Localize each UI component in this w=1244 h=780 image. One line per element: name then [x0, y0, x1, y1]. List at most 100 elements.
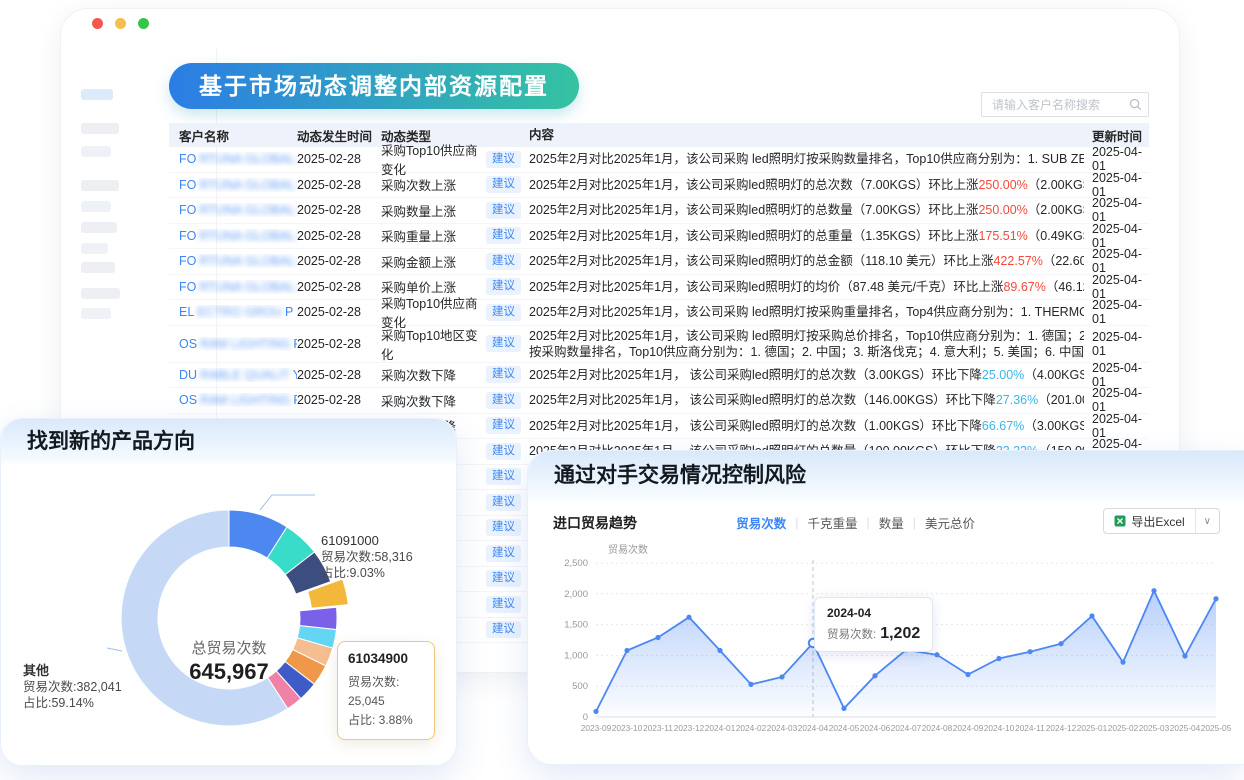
trend-point[interactable]	[686, 615, 691, 620]
table-row[interactable]: OSRAM LIGHTINGPRIVA...2025-02-28采购次数下降建议…	[169, 388, 1149, 414]
update-time-cell: 2025-04-01	[1084, 298, 1144, 326]
trend-point[interactable]	[1027, 649, 1032, 654]
table-row[interactable]: FORTUNA GLOBAL INC2025-02-28采购数量上涨建议2025…	[169, 198, 1149, 224]
suggestion-badge[interactable]: 建议	[486, 253, 521, 270]
trend-point[interactable]	[1213, 596, 1218, 601]
donut-chart[interactable]: 总贸易次数 645,967 61091000 贸易次数:58,316 占比:9.…	[1, 465, 458, 766]
customer-name-link[interactable]: OSRAM LIGHTINGPRIVA...	[179, 337, 297, 351]
customer-search-input[interactable]	[990, 97, 1129, 113]
x-tick-label: 2025-02	[1108, 723, 1139, 733]
zoom-button[interactable]	[138, 18, 149, 29]
suggestion-badge[interactable]: 建议	[486, 621, 521, 638]
customer-name-link[interactable]: FORTUNA GLOBAL INC	[179, 178, 297, 192]
sidebar-skeleton-bar[interactable]	[81, 146, 111, 157]
suggestion-badge[interactable]: 建议	[486, 494, 521, 511]
customer-name-link[interactable]: FORTUNA GLOBAL INC	[179, 229, 297, 243]
content-cell: 2025年2月对比2025年1月，该公司采购 led照明灯按采购数量排名，Top…	[526, 151, 1084, 167]
trend-point[interactable]	[624, 648, 629, 653]
event-type-cell: 采购次数下降建议	[381, 365, 526, 384]
metric-tab-2[interactable]: 千克重量	[798, 513, 866, 532]
customer-name-link[interactable]: OSRAM LIGHTINGPRIVA...	[179, 393, 297, 407]
trend-section-title: 进口贸易趋势	[553, 513, 637, 533]
customer-name-link[interactable]: FORTUNA GLOBAL INC	[179, 254, 297, 268]
suggestion-badge[interactable]: 建议	[486, 335, 521, 352]
table-row[interactable]: ELECTRO GROUP2025-02-28采购Top10供应商变化建议202…	[169, 300, 1149, 326]
event-type-cell: 采购次数下降建议	[381, 391, 526, 410]
table-row[interactable]: FORTUNA GLOBAL INC2025-02-28采购重量上涨建议2025…	[169, 224, 1149, 250]
event-type-cell: 采购Top10供应商变化建议	[381, 140, 526, 178]
sidebar-skeleton-bar[interactable]	[81, 201, 111, 212]
close-button[interactable]	[92, 18, 103, 29]
content-cell: 2025年2月对比2025年1月，该公司采购led照明灯的总金额（118.10 …	[526, 253, 1084, 269]
y-tick-label: 1,000	[564, 650, 588, 661]
update-time-cell: 2025-04-01	[1084, 361, 1144, 389]
sidebar-skeleton-bar[interactable]	[81, 308, 111, 319]
trend-point[interactable]	[1151, 588, 1156, 593]
minimize-button[interactable]	[115, 18, 126, 29]
x-tick-label: 2024-12	[1046, 723, 1077, 733]
customer-name-link[interactable]: DURABLE QUALITY PROD...	[179, 368, 297, 382]
customer-name-link[interactable]: FORTUNA GLOBAL INC	[179, 152, 297, 166]
trend-point[interactable]	[748, 682, 753, 687]
trend-point[interactable]	[1120, 660, 1125, 665]
trend-point[interactable]	[1089, 613, 1094, 618]
suggestion-badge[interactable]: 建议	[486, 304, 521, 321]
suggestion-badge[interactable]: 建议	[486, 545, 521, 562]
content-cell: 2025年2月对比2025年1月，该公司采购led照明灯的总重量（1.35KGS…	[526, 228, 1084, 244]
trend-point[interactable]	[779, 674, 784, 679]
suggestion-badge[interactable]: 建议	[486, 227, 521, 244]
suggestion-badge[interactable]: 建议	[486, 596, 521, 613]
customer-search-box	[981, 92, 1149, 117]
table-row[interactable]: FORTUNA GLOBAL INC2025-02-28采购单价上涨建议2025…	[169, 275, 1149, 301]
suggestion-badge[interactable]: 建议	[486, 366, 521, 383]
sidebar-skeleton-bar[interactable]	[81, 180, 119, 191]
trend-point[interactable]	[841, 706, 846, 711]
trend-point[interactable]	[655, 635, 660, 640]
suggestion-badge[interactable]: 建议	[486, 417, 521, 434]
metric-tab-4[interactable]: 美元总价	[916, 513, 984, 532]
suggestion-badge[interactable]: 建议	[486, 176, 521, 193]
trend-point[interactable]	[593, 709, 598, 714]
y-tick-label: 500	[572, 681, 588, 692]
suggestion-badge[interactable]: 建议	[486, 570, 521, 587]
suggestion-badge[interactable]: 建议	[486, 443, 521, 460]
x-tick-label: 2024-04	[798, 723, 829, 733]
sidebar-skeleton-bar[interactable]	[81, 123, 119, 134]
sidebar-skeleton-bar-active[interactable]	[81, 89, 113, 100]
sidebar-skeleton-bar[interactable]	[81, 262, 115, 273]
event-type-cell: 采购Top10地区变化建议	[381, 325, 526, 363]
trend-point[interactable]	[717, 648, 722, 653]
suggestion-badge[interactable]: 建议	[486, 392, 521, 409]
table-row[interactable]: FORTUNA GLOBAL INC2025-02-28采购次数上涨建议2025…	[169, 173, 1149, 199]
customer-name-link[interactable]: FORTUNA GLOBAL INC	[179, 280, 297, 294]
trend-point[interactable]	[1182, 653, 1187, 658]
trend-point[interactable]	[965, 672, 970, 677]
table-row[interactable]: FORTUNA GLOBAL INC2025-02-28采购Top10供应商变化…	[169, 147, 1149, 173]
metric-tab-3[interactable]: 数量	[870, 513, 913, 532]
metric-tab-1[interactable]: 贸易次数	[727, 513, 795, 532]
x-tick-label: 2023-09	[581, 723, 612, 733]
customer-name-cell: DURABLE QUALITY PROD...	[169, 368, 297, 382]
x-tick-label: 2024-02	[736, 723, 767, 733]
table-row[interactable]: DURABLE QUALITY PROD...2025-02-28采购次数下降建…	[169, 363, 1149, 389]
sidebar-skeleton-bar[interactable]	[81, 222, 117, 233]
table-row[interactable]: FORTUNA GLOBAL INC2025-02-28采购金额上涨建议2025…	[169, 249, 1149, 275]
trend-point[interactable]	[996, 656, 1001, 661]
suggestion-badge[interactable]: 建议	[486, 468, 521, 485]
customer-name-link[interactable]: FORTUNA GLOBAL INC	[179, 203, 297, 217]
trend-point[interactable]	[934, 652, 939, 657]
sidebar-skeleton-bar[interactable]	[81, 243, 108, 254]
suggestion-badge[interactable]: 建议	[486, 202, 521, 219]
trend-point[interactable]	[872, 673, 877, 678]
sidebar-skeleton-bar[interactable]	[81, 288, 120, 299]
event-date-cell: 2025-02-28	[297, 229, 381, 243]
suggestion-badge[interactable]: 建议	[486, 519, 521, 536]
trend-point[interactable]	[1058, 641, 1063, 646]
excel-icon	[1114, 515, 1126, 527]
customer-name-link[interactable]: ELECTRO GROUP	[179, 305, 293, 319]
export-excel-action[interactable]: 导出Excel	[1104, 509, 1194, 533]
suggestion-badge[interactable]: 建议	[486, 151, 521, 168]
export-dropdown-toggle[interactable]: ∨	[1195, 509, 1219, 533]
donut-tooltip: 61034900 贸易次数: 25,045 占比: 3.88%	[337, 641, 435, 740]
table-row[interactable]: OSRAM LIGHTINGPRIVA...2025-02-28采购Top10地…	[169, 326, 1149, 363]
